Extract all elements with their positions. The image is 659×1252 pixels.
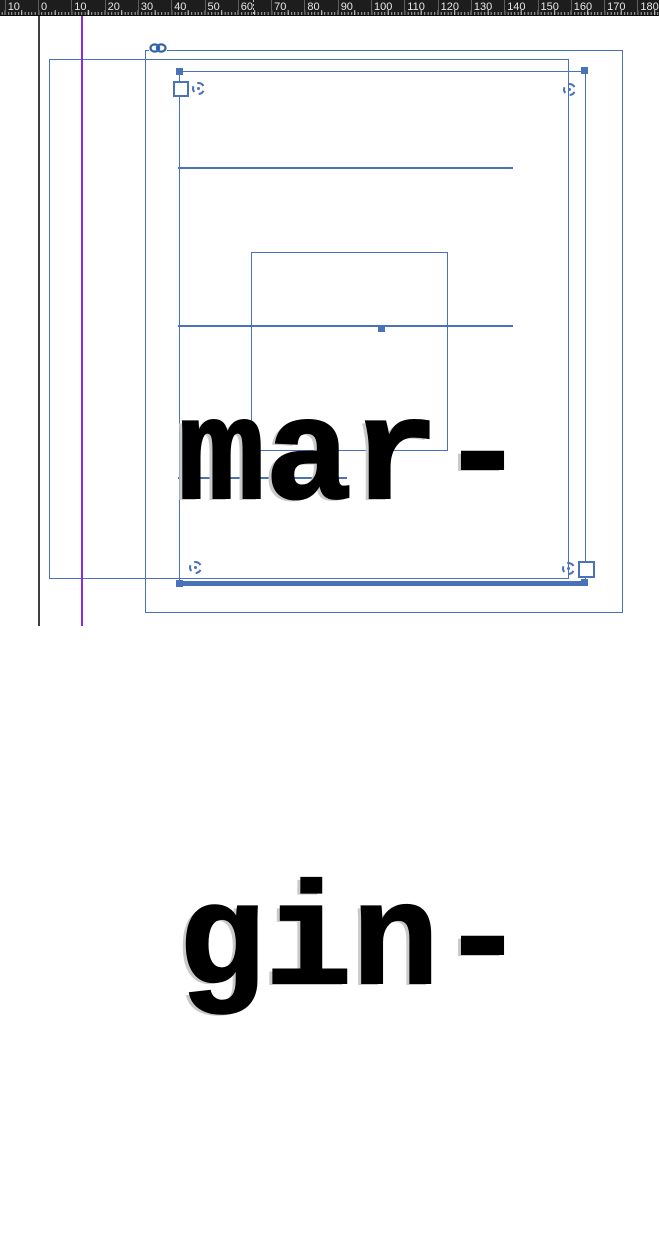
corner-widget-dot bbox=[194, 566, 197, 569]
ruler-cursor-indicator bbox=[253, 0, 254, 15]
ruler-label: 70 bbox=[274, 1, 287, 13]
ruler-major-tick bbox=[470, 0, 472, 15]
corner-widget-icon[interactable] bbox=[192, 82, 205, 95]
ruler-label: 50 bbox=[207, 1, 220, 13]
selection-handle-top-left[interactable] bbox=[176, 68, 183, 75]
type-line-1[interactable]: mar- bbox=[177, 381, 527, 538]
ruler-major-tick bbox=[71, 0, 73, 15]
ruler-major-tick bbox=[337, 0, 339, 15]
ruler-major-tick bbox=[204, 0, 206, 15]
type-object[interactable]: mar- gin- al bbox=[177, 52, 527, 1252]
link-icon[interactable] bbox=[149, 42, 167, 54]
column-edge-line bbox=[38, 15, 40, 626]
ruler-major-tick bbox=[504, 0, 506, 15]
ruler-major-tick bbox=[271, 0, 273, 15]
horizontal-ruler[interactable]: 10 0 10 20 30 40 50 60 70 80 90 100 110 120 130 140 150 1… bbox=[0, 0, 659, 16]
ruler-major-tick bbox=[404, 0, 406, 15]
ruler-label: 170 bbox=[607, 1, 626, 13]
ruler-label: 10 bbox=[7, 1, 20, 13]
ruler-major-tick bbox=[171, 0, 173, 15]
ruler-label: 140 bbox=[507, 1, 526, 13]
ruler-major-tick bbox=[104, 0, 106, 15]
ruler-major-tick bbox=[604, 0, 606, 15]
selection-handle-bottom-right[interactable] bbox=[581, 579, 588, 586]
ruler-major-tick bbox=[237, 0, 239, 15]
selection-center-point[interactable] bbox=[378, 325, 385, 332]
ruler-major-tick bbox=[137, 0, 139, 15]
ruler-major-tick bbox=[371, 0, 372, 15]
ruler-major-tick bbox=[570, 0, 572, 15]
ruler-label: 90 bbox=[340, 1, 353, 13]
ruler-label: 120 bbox=[440, 1, 459, 13]
corner-widget-icon[interactable] bbox=[563, 83, 576, 96]
selected-frame-bottom-edge[interactable] bbox=[179, 581, 585, 585]
corner-widget-icon[interactable] bbox=[189, 561, 202, 574]
ruler-guide[interactable] bbox=[81, 15, 83, 626]
link-icon-glyph bbox=[149, 43, 167, 53]
ruler-major-tick bbox=[4, 0, 6, 15]
ruler-label: 150 bbox=[540, 1, 559, 13]
ruler-label: 40 bbox=[174, 1, 187, 13]
ruler-major-tick bbox=[304, 0, 306, 15]
ruler-label: 130 bbox=[473, 1, 493, 13]
text-in-port[interactable] bbox=[173, 81, 189, 97]
selection-handle-bottom-left[interactable] bbox=[176, 580, 183, 587]
ruler-label: 80 bbox=[307, 1, 320, 13]
ruler-label: 20 bbox=[107, 1, 120, 13]
ruler-major-tick bbox=[537, 0, 539, 15]
corner-widget-dot bbox=[568, 88, 571, 91]
corner-widget-dot bbox=[567, 567, 570, 570]
corner-widget-icon[interactable] bbox=[562, 562, 575, 575]
type-line-2[interactable]: gin- bbox=[177, 866, 527, 1023]
ruler-label: 160 bbox=[573, 1, 593, 13]
selection-handle-top-right[interactable] bbox=[581, 67, 588, 74]
ruler-label: 110 bbox=[407, 1, 425, 13]
text-out-port[interactable] bbox=[578, 561, 595, 578]
corner-widget-dot bbox=[197, 87, 200, 90]
ruler-label: 100 bbox=[374, 1, 393, 13]
ruler-label: 30 bbox=[140, 1, 154, 13]
ruler-mid-ticks bbox=[0, 10, 659, 15]
ruler-major-tick bbox=[437, 0, 439, 15]
ruler-major-tick bbox=[637, 0, 639, 15]
ruler-major-tick bbox=[38, 0, 39, 15]
ruler-label: 0 bbox=[41, 1, 48, 13]
ruler-label: 60 bbox=[240, 1, 254, 13]
ruler-label: 180 bbox=[640, 1, 659, 13]
ruler-label: 10 bbox=[74, 1, 87, 13]
